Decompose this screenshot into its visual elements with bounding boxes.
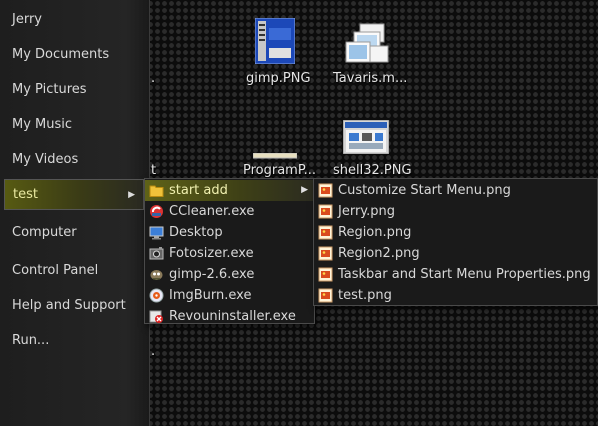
start-item-label: My Pictures	[12, 82, 87, 97]
image-file-icon	[252, 152, 298, 159]
submenu-arrow-icon: ▶	[301, 185, 308, 195]
menu-item-test-png[interactable]: test.png	[314, 285, 597, 306]
menu-item-label: test.png	[338, 288, 392, 303]
start-item-my-documents[interactable]: My Documents	[0, 40, 149, 70]
desktop-icon-label: shell32.PNG	[333, 163, 412, 178]
menu-item-label: Region2.png	[338, 246, 420, 261]
menu-item-label: Region.png	[338, 225, 412, 240]
start-item-help-and-support[interactable]: Help and Support	[0, 291, 149, 321]
desktop-icon-label: Tavaris.m...	[333, 71, 408, 86]
menu-item-label: ImgBurn.exe	[169, 288, 252, 303]
menu-item-imgburn[interactable]: ImgBurn.exe	[145, 285, 314, 306]
png-file-icon	[318, 183, 333, 198]
submenu-arrow-icon: ▶	[128, 190, 135, 200]
start-item-label: Jerry	[12, 12, 42, 27]
gimp-icon	[149, 267, 164, 282]
ccleaner-icon	[149, 204, 164, 219]
start-item-label: Computer	[12, 225, 77, 240]
start-item-my-music[interactable]: My Music	[0, 110, 149, 140]
png-file-icon	[318, 267, 333, 282]
start-menu-panel: Jerry My Documents My Pictures My Music …	[0, 0, 150, 426]
menu-item-label: Customize Start Menu.png	[338, 183, 511, 198]
start-item-my-pictures[interactable]: My Pictures	[0, 75, 149, 105]
desktop-icon-label: gimp.PNG	[246, 71, 311, 86]
menu-item-label: Revouninstaller.exe	[169, 309, 296, 324]
image-file-icon	[254, 17, 296, 65]
fotosizer-icon	[149, 246, 164, 261]
desktop-icon	[149, 225, 164, 240]
partial-desktop-label: t	[151, 163, 157, 178]
menu-item-region-png[interactable]: Region.png	[314, 222, 597, 243]
start-item-label: Run...	[12, 333, 50, 348]
menu-item-label: Taskbar and Start Menu Properties.png	[338, 267, 591, 282]
menu-item-desktop[interactable]: Desktop	[145, 222, 314, 243]
start-item-label: My Documents	[12, 47, 110, 62]
menu-item-label: CCleaner.exe	[169, 204, 255, 219]
revo-icon	[149, 309, 164, 324]
image-file-icon	[342, 119, 390, 155]
start-item-label: My Music	[12, 117, 73, 132]
gimp-png-desktop-icon[interactable]	[254, 17, 296, 65]
partial-desktop-label: .	[151, 344, 156, 359]
png-file-icon	[318, 204, 333, 219]
start-item-control-panel[interactable]: Control Panel	[0, 256, 149, 286]
menu-item-fotosizer[interactable]: Fotosizer.exe	[145, 243, 314, 264]
menu-item-label: gimp-2.6.exe	[169, 267, 255, 282]
menu-item-region2-png[interactable]: Region2.png	[314, 243, 597, 264]
start-item-my-videos[interactable]: My Videos	[0, 145, 149, 175]
png-file-icon	[318, 225, 333, 240]
start-item-label: Help and Support	[12, 298, 126, 313]
shell32-desktop-icon[interactable]	[342, 119, 390, 155]
menu-item-ccleaner[interactable]: CCleaner.exe	[145, 201, 314, 222]
menu-item-gimp[interactable]: gimp-2.6.exe	[145, 264, 314, 285]
png-file-icon	[318, 246, 333, 261]
imgburn-icon	[149, 288, 164, 303]
menu-item-label: Jerry.png	[338, 204, 396, 219]
start-item-test[interactable]: test ▶	[4, 179, 144, 210]
menu-item-jerry-png[interactable]: Jerry.png	[314, 201, 597, 222]
image-stack-icon	[345, 23, 389, 63]
start-item-run[interactable]: Run...	[0, 326, 149, 356]
menu-item-start-add[interactable]: start add ▶	[145, 180, 314, 201]
start-item-label: My Videos	[12, 152, 79, 167]
folder-icon	[149, 183, 164, 198]
start-add-submenu: Customize Start Menu.png Jerry.png Regio…	[313, 178, 598, 306]
test-submenu: start add ▶ CCleaner.exe Desktop Fotosiz…	[144, 178, 315, 324]
start-item-jerry[interactable]: Jerry	[0, 5, 149, 35]
menu-item-label: Fotosizer.exe	[169, 246, 254, 261]
png-file-icon	[318, 288, 333, 303]
tavaris-desktop-icon[interactable]	[342, 20, 392, 66]
menu-item-label: start add	[169, 183, 228, 198]
start-item-label: Control Panel	[12, 263, 99, 278]
partial-desktop-label: .	[151, 71, 156, 86]
start-item-computer[interactable]: Computer	[0, 218, 149, 248]
menu-item-taskbar-properties-png[interactable]: Taskbar and Start Menu Properties.png	[314, 264, 597, 285]
menu-item-label: Desktop	[169, 225, 223, 240]
menu-item-customize-start-menu-png[interactable]: Customize Start Menu.png	[314, 180, 597, 201]
programp-desktop-icon[interactable]	[252, 148, 298, 159]
menu-item-revouninstaller[interactable]: Revouninstaller.exe	[145, 306, 314, 327]
desktop-icon-label: ProgramP...	[243, 163, 317, 178]
start-item-label: test	[13, 187, 38, 202]
